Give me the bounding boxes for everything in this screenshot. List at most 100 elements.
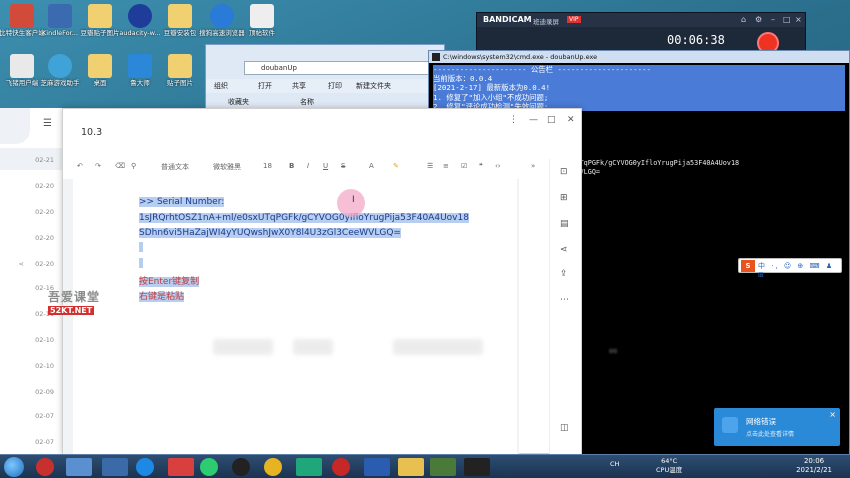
underline-button[interactable]: U: [323, 162, 328, 170]
bullet-list-icon[interactable]: ☰: [427, 162, 433, 170]
app-icon[interactable]: [296, 458, 322, 476]
system-clock[interactable]: 20:06 2021/2/21: [796, 457, 832, 475]
strikethrough-button[interactable]: S: [341, 162, 345, 170]
code-icon[interactable]: ‹›: [495, 162, 501, 170]
sogou-icon[interactable]: S: [741, 260, 755, 272]
desktop-icon-label: 鲁大师: [130, 79, 150, 87]
desktop-icon[interactable]: 顶帖软件: [236, 4, 288, 37]
export-icon[interactable]: ⇪: [560, 269, 568, 279]
maximize-icon[interactable]: □: [547, 115, 556, 125]
input-language[interactable]: CH: [610, 460, 619, 468]
organize-button[interactable]: 组织: [214, 81, 228, 91]
note-title[interactable]: 10.3: [81, 127, 102, 138]
start-button[interactable]: [4, 457, 24, 477]
hint-line: 右键是粘贴: [139, 292, 185, 302]
clock-date: 2021/2/21: [796, 466, 832, 474]
history-icon[interactable]: ▤: [560, 219, 569, 229]
wechat-icon[interactable]: [200, 458, 218, 476]
note-date: 02-07: [35, 438, 54, 446]
notification-subtitle[interactable]: 点击此处查看详情: [746, 429, 794, 438]
note-date: 02-09: [35, 388, 54, 396]
cmd-title: C:\windows\system32\cmd.exe - doubanUp.e…: [443, 53, 598, 61]
note-editor-window[interactable]: 10.3 ⋮ — □ ✕ ↶ ↷ ⌫ ⚲ 普通文本 微软雅黑 18 B I U …: [62, 108, 582, 455]
desktop-icon-label: 桌面: [93, 79, 107, 87]
netease-music-icon[interactable]: [36, 458, 54, 476]
app-icon[interactable]: [430, 458, 456, 476]
share-button[interactable]: 共享: [292, 81, 306, 91]
more-tools-button[interactable]: »: [531, 162, 535, 170]
insert-icon[interactable]: ⊞: [560, 193, 568, 203]
desktop-icon[interactable]: 贴子图片: [154, 54, 206, 87]
watermark-text: 吾爱课堂: [48, 290, 101, 304]
more-icon[interactable]: ⋯: [560, 295, 569, 305]
taskbar: CH 64°C CPU温度 20:06 2021/2/21: [0, 454, 850, 478]
qq-icon[interactable]: [232, 458, 250, 476]
app-icon: [10, 54, 34, 78]
eraser-icon[interactable]: ⌫: [115, 162, 125, 170]
app-icon: [128, 4, 152, 28]
clock-time: 20:06: [803, 457, 825, 465]
note-date: 02-20: [35, 260, 54, 268]
share-icon[interactable]: ⋖: [19, 260, 24, 268]
italic-button[interactable]: I: [307, 162, 309, 170]
mouse-cursor-highlight: [337, 189, 365, 217]
app-icon[interactable]: [136, 458, 154, 476]
list-menu-icon[interactable]: ☰: [43, 118, 52, 129]
more-icon[interactable]: ⋮: [509, 115, 518, 125]
font-size-select[interactable]: 18: [263, 162, 272, 170]
quote-icon[interactable]: ❝: [479, 162, 483, 170]
explorer-task-icon[interactable]: [398, 458, 424, 476]
notes-app-icon[interactable]: [66, 458, 92, 476]
redo-icon[interactable]: ↷: [95, 162, 101, 170]
sidebar-toggle-icon[interactable]: ◫: [560, 423, 569, 433]
blurred-region: [213, 339, 273, 355]
folder-icon: [168, 4, 192, 28]
desktop-icon-label: 顶帖软件: [249, 29, 275, 37]
app-icon[interactable]: [168, 458, 194, 476]
note-date: 02-10: [35, 362, 54, 370]
editor-content[interactable]: >> Serial Number: 1sJRQrhtOSZ1nA+ml/e0sx…: [139, 195, 469, 306]
favorites-label[interactable]: 收藏夹: [228, 97, 249, 107]
format-painter-icon[interactable]: ⚲: [131, 162, 136, 170]
font-family-select[interactable]: 微软雅黑: [213, 162, 241, 172]
paragraph-style-select[interactable]: 普通文本: [161, 162, 189, 172]
text-line: SDhn6vi5HaZajWI4yYUQwshJwX0Y8l4U3zGl3Cee…: [139, 228, 401, 238]
open-button[interactable]: 打开: [258, 81, 272, 91]
network-error-notification[interactable]: 网络错误 点击此处查看详情 ×: [714, 408, 840, 446]
app-icon[interactable]: [102, 458, 128, 476]
print-button[interactable]: 打印: [328, 81, 342, 91]
name-column-header[interactable]: 名称: [300, 97, 314, 107]
maximize-icon[interactable]: □: [783, 15, 791, 24]
bandicam-task-icon[interactable]: [332, 458, 350, 476]
close-icon[interactable]: ×: [795, 15, 802, 24]
font-color-button[interactable]: A: [369, 162, 374, 170]
word-icon[interactable]: [364, 458, 390, 476]
outline-icon[interactable]: ⊡: [560, 167, 568, 177]
close-icon[interactable]: ×: [829, 410, 836, 419]
cmd-task-icon[interactable]: [464, 458, 490, 476]
address-bar[interactable]: doubanUp: [244, 61, 434, 75]
vip-badge[interactable]: VIP: [567, 16, 581, 23]
minimize-icon[interactable]: —: [529, 115, 538, 125]
chrome-icon[interactable]: [264, 458, 282, 476]
new-folder-button[interactable]: 新建文件夹: [356, 81, 391, 91]
checklist-icon[interactable]: ☑: [461, 162, 467, 170]
minimize-icon[interactable]: –: [771, 15, 775, 24]
cmd-serial-line: /e0sxUTqPGFk/gCYVOG0yIfloYrugPija53F40A4…: [555, 159, 740, 167]
ime-controls[interactable]: 中 ·, ☺ ⊕ ⌨ ♟ ⊞: [758, 261, 841, 279]
close-icon[interactable]: ✕: [567, 115, 575, 125]
settings-icon[interactable]: ⚙: [755, 15, 762, 24]
cmd-line: [2021-2-17] 最新版本为0.0.4!: [433, 83, 845, 93]
home-icon[interactable]: ⌂: [741, 15, 746, 24]
numbered-list-icon[interactable]: ≡: [443, 162, 449, 170]
highlight-button[interactable]: ✎: [393, 162, 399, 170]
undo-icon[interactable]: ↶: [77, 162, 83, 170]
cmd-line: 1. 修复了"加入小组"不成功问题;: [433, 92, 845, 102]
bold-button[interactable]: B: [289, 162, 294, 170]
cmd-line: --------------------- 公告栏 --------------…: [433, 65, 845, 75]
desktop-icon-label: 豆瓣安装包: [163, 29, 197, 37]
note-date: 02-07: [35, 412, 54, 420]
register-link[interactable]: 班迪录屏: [533, 16, 559, 26]
share-icon[interactable]: ⋖: [560, 245, 568, 255]
ime-toolbar[interactable]: S 中 ·, ☺ ⊕ ⌨ ♟ ⊞: [738, 258, 842, 279]
